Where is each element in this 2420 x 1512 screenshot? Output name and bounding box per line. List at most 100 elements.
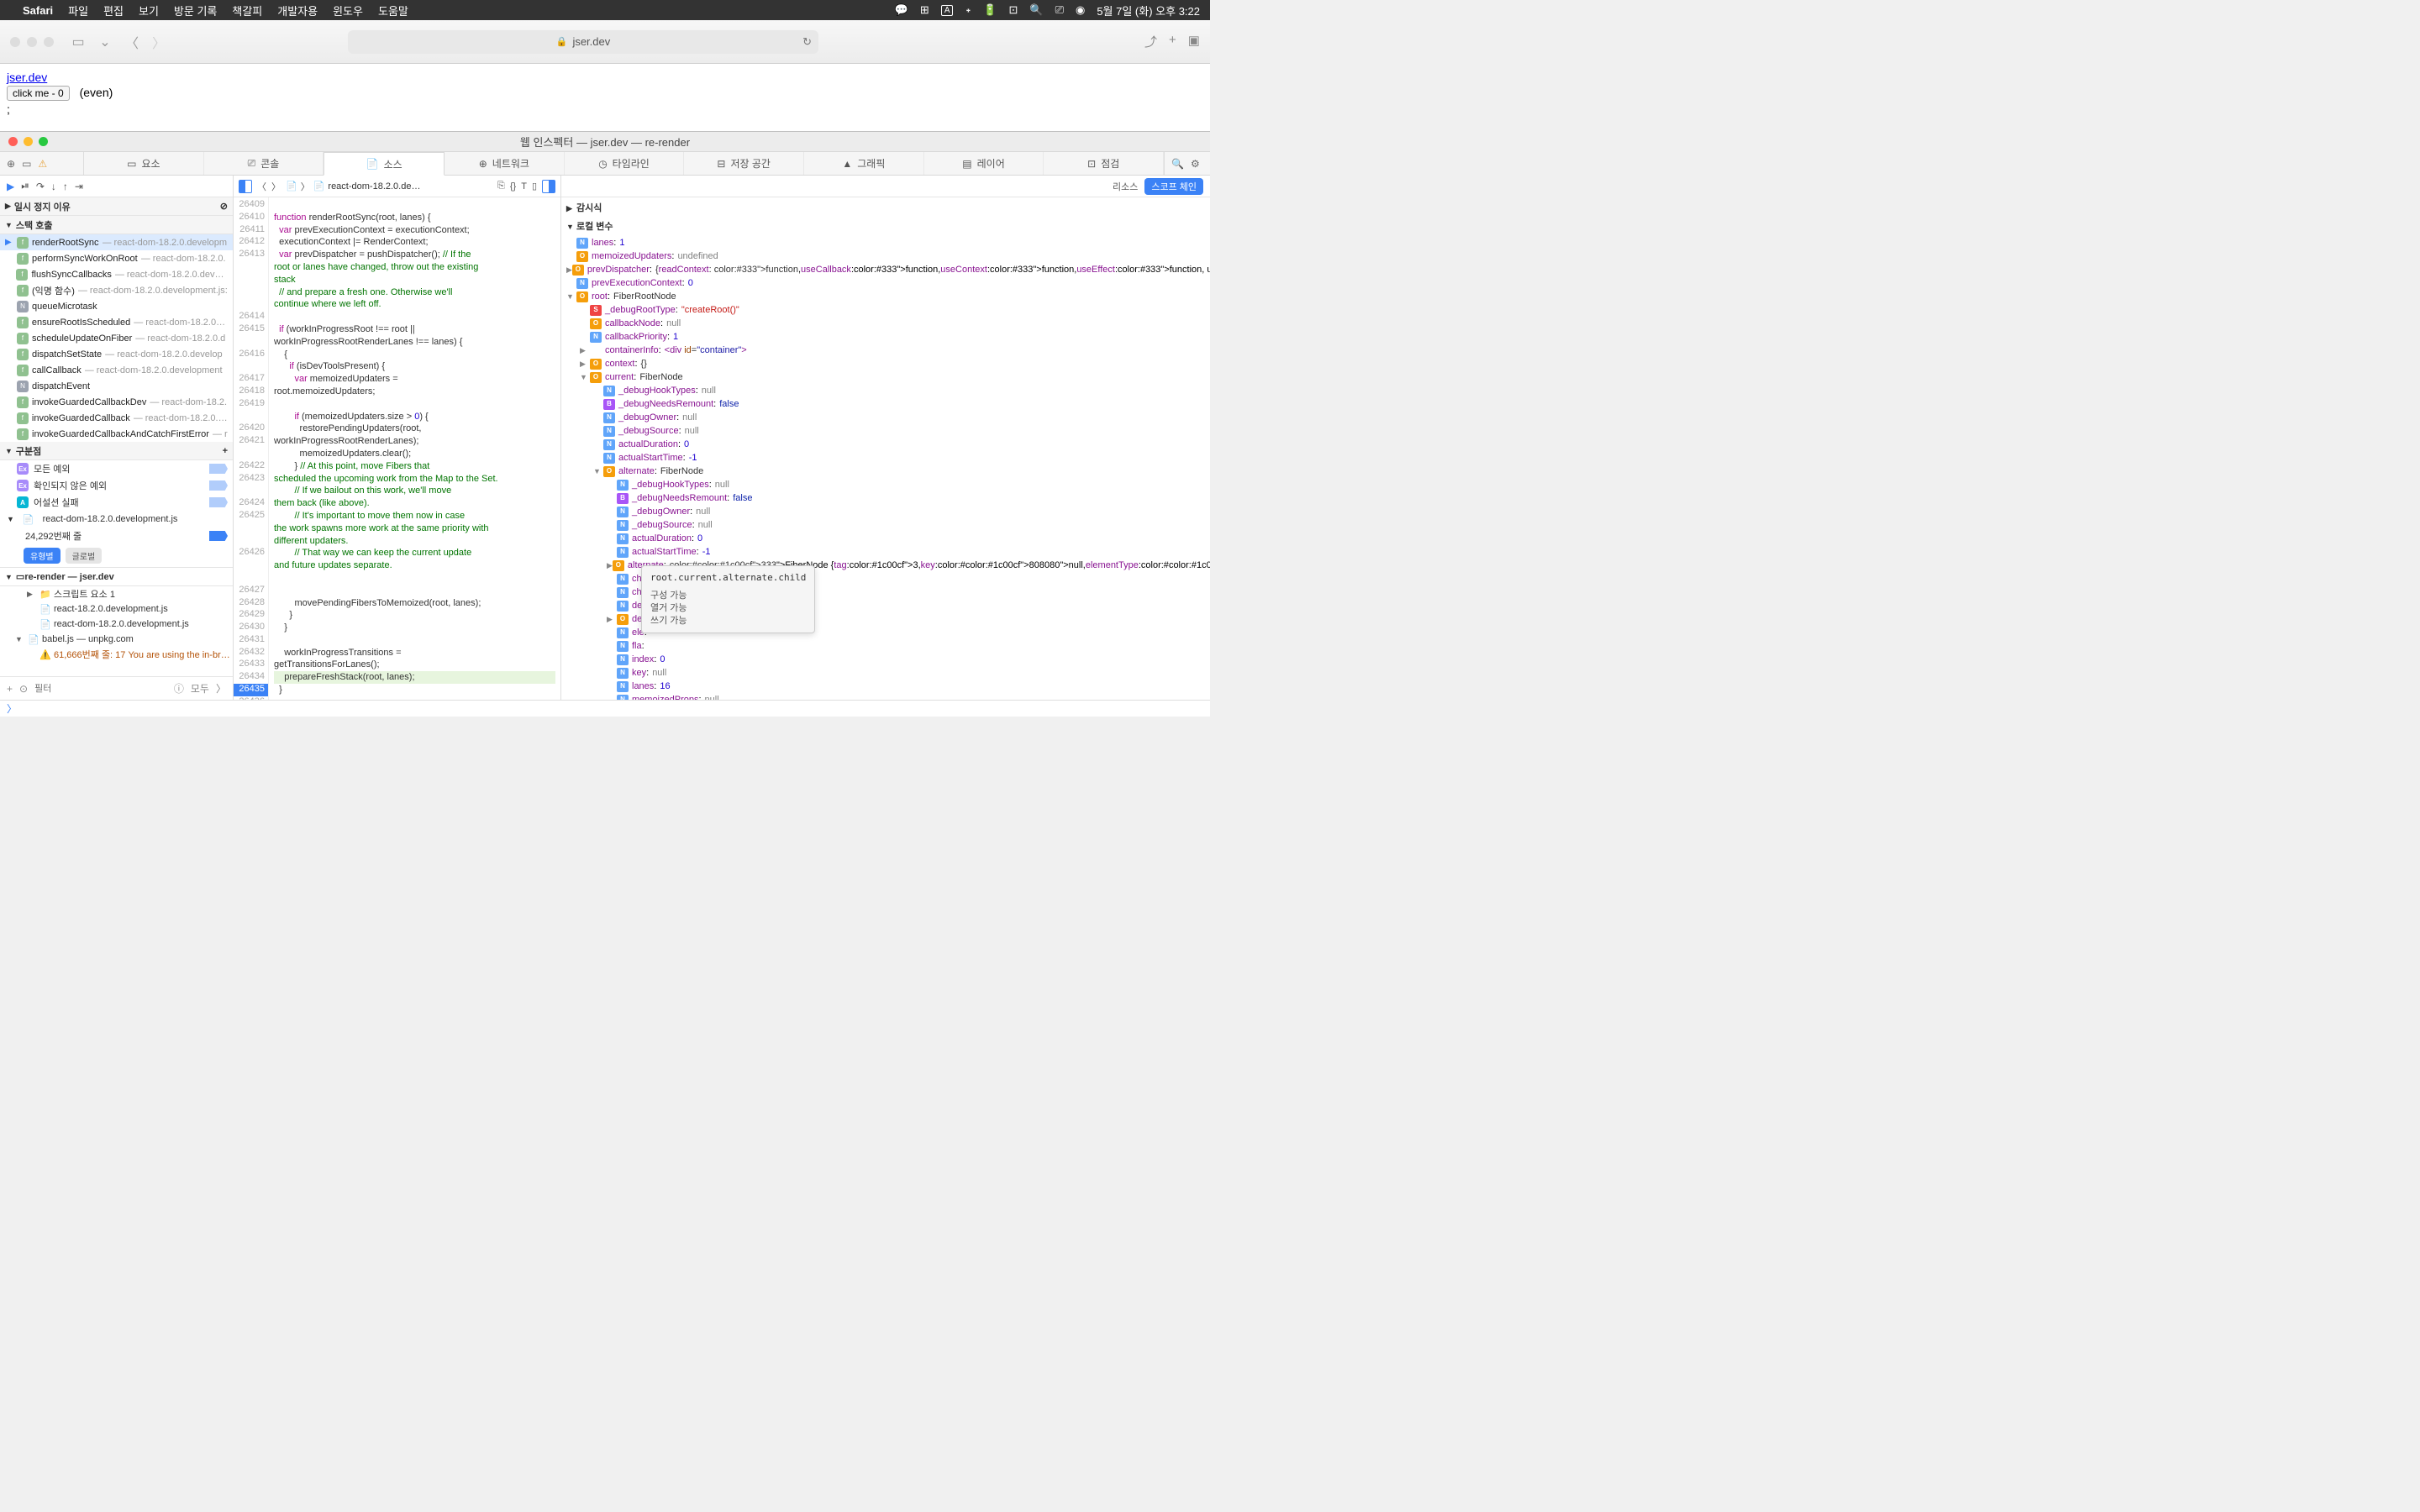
keyboard-icon[interactable]: A [941, 5, 954, 16]
stack-frame[interactable]: f(익명 함수)— react-dom-18.2.0.development.j… [0, 282, 233, 298]
watch-header[interactable]: ▶감시식 [561, 199, 1210, 218]
scope-variable[interactable]: N_debugHookTypes: null [561, 478, 1210, 491]
file-breadcrumb[interactable]: 📄〉📄 react-dom-18.2.0.de… [286, 180, 420, 193]
scope-variable[interactable]: S_debugRootType: "createRoot()" [561, 303, 1210, 317]
type-icon[interactable]: T [521, 181, 527, 192]
breakpoint-toggle-icon[interactable]: ▶ [7, 181, 14, 192]
filter-all[interactable]: 모두 [191, 681, 209, 696]
bp-uncaught[interactable]: Ex확인되지 않은 예외 [0, 477, 233, 494]
address-bar[interactable]: 🔒 jser.dev ↻ [348, 30, 818, 54]
add-breakpoint-icon[interactable]: + [223, 446, 228, 456]
sidebar-icon[interactable]: ▭ [69, 33, 87, 51]
scope-variable[interactable]: NprevExecutionContext: 0 [561, 276, 1210, 290]
scope-variable[interactable]: OmemoizedUpdaters: undefined [561, 249, 1210, 263]
add-icon[interactable]: + [7, 683, 13, 695]
stack-frame[interactable]: fcallCallback— react-dom-18.2.0.developm… [0, 362, 233, 378]
rerender-header[interactable]: ▼▭ re-render — jser.dev [0, 568, 233, 586]
tab-layers[interactable]: ▤레이어 [924, 152, 1044, 175]
clock[interactable]: 5월 7일 (화) 오후 3:22 [1097, 3, 1200, 18]
step-out-icon[interactable]: ↑ [63, 181, 68, 192]
braces-icon[interactable]: {} [510, 181, 516, 192]
resume-icon[interactable]: ⏯ [21, 180, 29, 192]
tab-storage[interactable]: ⊟저장 공간 [684, 152, 804, 175]
devtools-window-controls[interactable] [8, 137, 48, 146]
tree-item[interactable]: ▶📁스크립트 요소 1 [0, 586, 233, 601]
stack-frame[interactable]: ▶frenderRootSync— react-dom-18.2.0.devel… [0, 234, 233, 250]
stack-frame[interactable]: fdispatchSetState— react-dom-18.2.0.deve… [0, 346, 233, 362]
tree-item[interactable]: 📄react-18.2.0.development.js [0, 601, 233, 617]
tab-audit[interactable]: ⊡점검 [1044, 152, 1164, 175]
tab-sources[interactable]: 📄소스 [324, 152, 445, 176]
scope-variable[interactable]: N_debugOwner: null [561, 411, 1210, 424]
scope-variable[interactable]: B_debugNeedsRemount: false [561, 491, 1210, 505]
stack-frame[interactable]: fensureRootIsScheduled— react-dom-18.2.0… [0, 314, 233, 330]
scope-variable[interactable]: Nfla: [561, 639, 1210, 653]
scope-variable[interactable]: Nindex: 0 [561, 653, 1210, 666]
menu-develop[interactable]: 개발자용 [277, 3, 318, 18]
tree-item[interactable]: 📄react-dom-18.2.0.development.js [0, 617, 233, 632]
click-me-button[interactable]: click me - 0 [7, 86, 70, 101]
devtools-settings-icon[interactable]: ⚙ [1191, 158, 1200, 170]
scope-variable[interactable]: NactualDuration: 0 [561, 532, 1210, 545]
menu-bookmarks[interactable]: 책갈피 [232, 3, 262, 18]
chevron-down-icon[interactable]: ⌄ [96, 33, 114, 51]
bp-file-row[interactable]: ▼📄react-dom-18.2.0.development.js [0, 511, 233, 528]
step-into-icon[interactable]: ↓ [51, 181, 56, 192]
menu-history[interactable]: 방문 기록 [174, 3, 217, 18]
forward-button[interactable]: 〉 [150, 33, 168, 51]
col-icon[interactable]: ▯ [532, 181, 537, 192]
pane-toggle-right[interactable] [542, 180, 555, 193]
stack-frame[interactable]: fscheduleUpdateOnFiber— react-dom-18.2.0… [0, 330, 233, 346]
filter-input[interactable] [34, 684, 167, 694]
message-icon[interactable]: 💬 [895, 3, 908, 17]
battery-icon[interactable]: 🔋 [983, 3, 997, 17]
menu-help[interactable]: 도움말 [378, 3, 408, 18]
resources-link[interactable]: 리소스 [1113, 180, 1138, 193]
scope-variable[interactable]: N_debugOwner: null [561, 505, 1210, 518]
scope-variable[interactable]: NmemoizedProps: null [561, 693, 1210, 700]
scope-variable[interactable]: Nkey: null [561, 666, 1210, 680]
stack-frame[interactable]: finvokeGuardedCallbackAndCatchFirstError… [0, 426, 233, 442]
tab-timeline[interactable]: ◷타임라인 [565, 152, 685, 175]
page-link[interactable]: jser.dev [7, 71, 47, 84]
stack-frame[interactable]: fflushSyncCallbacks— react-dom-18.2.0.de… [0, 266, 233, 282]
scope-variable[interactable]: N_debugSource: null [561, 424, 1210, 438]
step-icon[interactable]: ⇥ [75, 181, 83, 192]
siri-icon[interactable]: ◉ [1076, 3, 1085, 17]
menu-file[interactable]: 파일 [68, 3, 88, 18]
scope-variable[interactable]: ▶Ocontext: {} [561, 357, 1210, 370]
stack-frame[interactable]: finvokeGuardedCallback— react-dom-18.2.0… [0, 410, 233, 426]
call-stack-header[interactable]: ▼스택 호출 [0, 216, 233, 234]
stack-frame[interactable]: NqueueMicrotask [0, 298, 233, 314]
scope-variable[interactable]: NcallbackPriority: 1 [561, 330, 1210, 344]
tab-network[interactable]: ⊕네트워크 [445, 152, 565, 175]
stack-frame[interactable]: finvokeGuardedCallbackDev— react-dom-18.… [0, 394, 233, 410]
pause-reason-header[interactable]: ▶일시 정지 이유 ⊘ [0, 197, 233, 216]
app-name[interactable]: Safari [23, 4, 53, 17]
inspect-icon[interactable]: ⊕ [7, 158, 15, 170]
devtools-search-icon[interactable]: 🔍 [1171, 158, 1184, 170]
back-button[interactable]: 〈 [123, 33, 141, 51]
bp-all-exceptions[interactable]: Ex모든 예외 [0, 460, 233, 477]
info-icon[interactable]: ⓘ [174, 681, 184, 696]
tab-elements[interactable]: ▭요소 [84, 152, 204, 175]
breakpoints-header[interactable]: ▼구분점 + [0, 442, 233, 460]
scope-variable[interactable]: Nlanes: 1 [561, 236, 1210, 249]
bp-line-row[interactable]: 24,292번째 줄 [0, 528, 233, 544]
bp-assertion[interactable]: A어설션 실패 [0, 494, 233, 511]
scope-variable[interactable]: B_debugNeedsRemount: false [561, 397, 1210, 411]
scope-variable[interactable]: ▼Oroot: FiberRootNode [561, 290, 1210, 303]
reload-icon[interactable]: ↻ [802, 35, 812, 49]
scope-variable[interactable]: ▶EcontainerInfo: <div id="container"> [561, 344, 1210, 357]
warning-icon[interactable]: ⚠ [38, 158, 47, 170]
scope-variable[interactable]: ▼Ocurrent: FiberNode [561, 370, 1210, 384]
scope-variable[interactable]: N_debugSource: null [561, 518, 1210, 532]
scope-variable[interactable]: NactualStartTime: -1 [561, 545, 1210, 559]
nav-back-icon[interactable]: 〈 [257, 180, 266, 193]
tab-graphics[interactable]: ▲그래픽 [804, 152, 924, 175]
tag-by-type[interactable]: 유형별 [24, 548, 60, 564]
chevron-icon[interactable]: 〉 [216, 681, 226, 696]
wifi-icon[interactable]: ⊡ [1008, 3, 1018, 17]
menu-edit[interactable]: 편집 [103, 3, 124, 18]
nav-fwd-icon[interactable]: 〉 [271, 180, 281, 193]
